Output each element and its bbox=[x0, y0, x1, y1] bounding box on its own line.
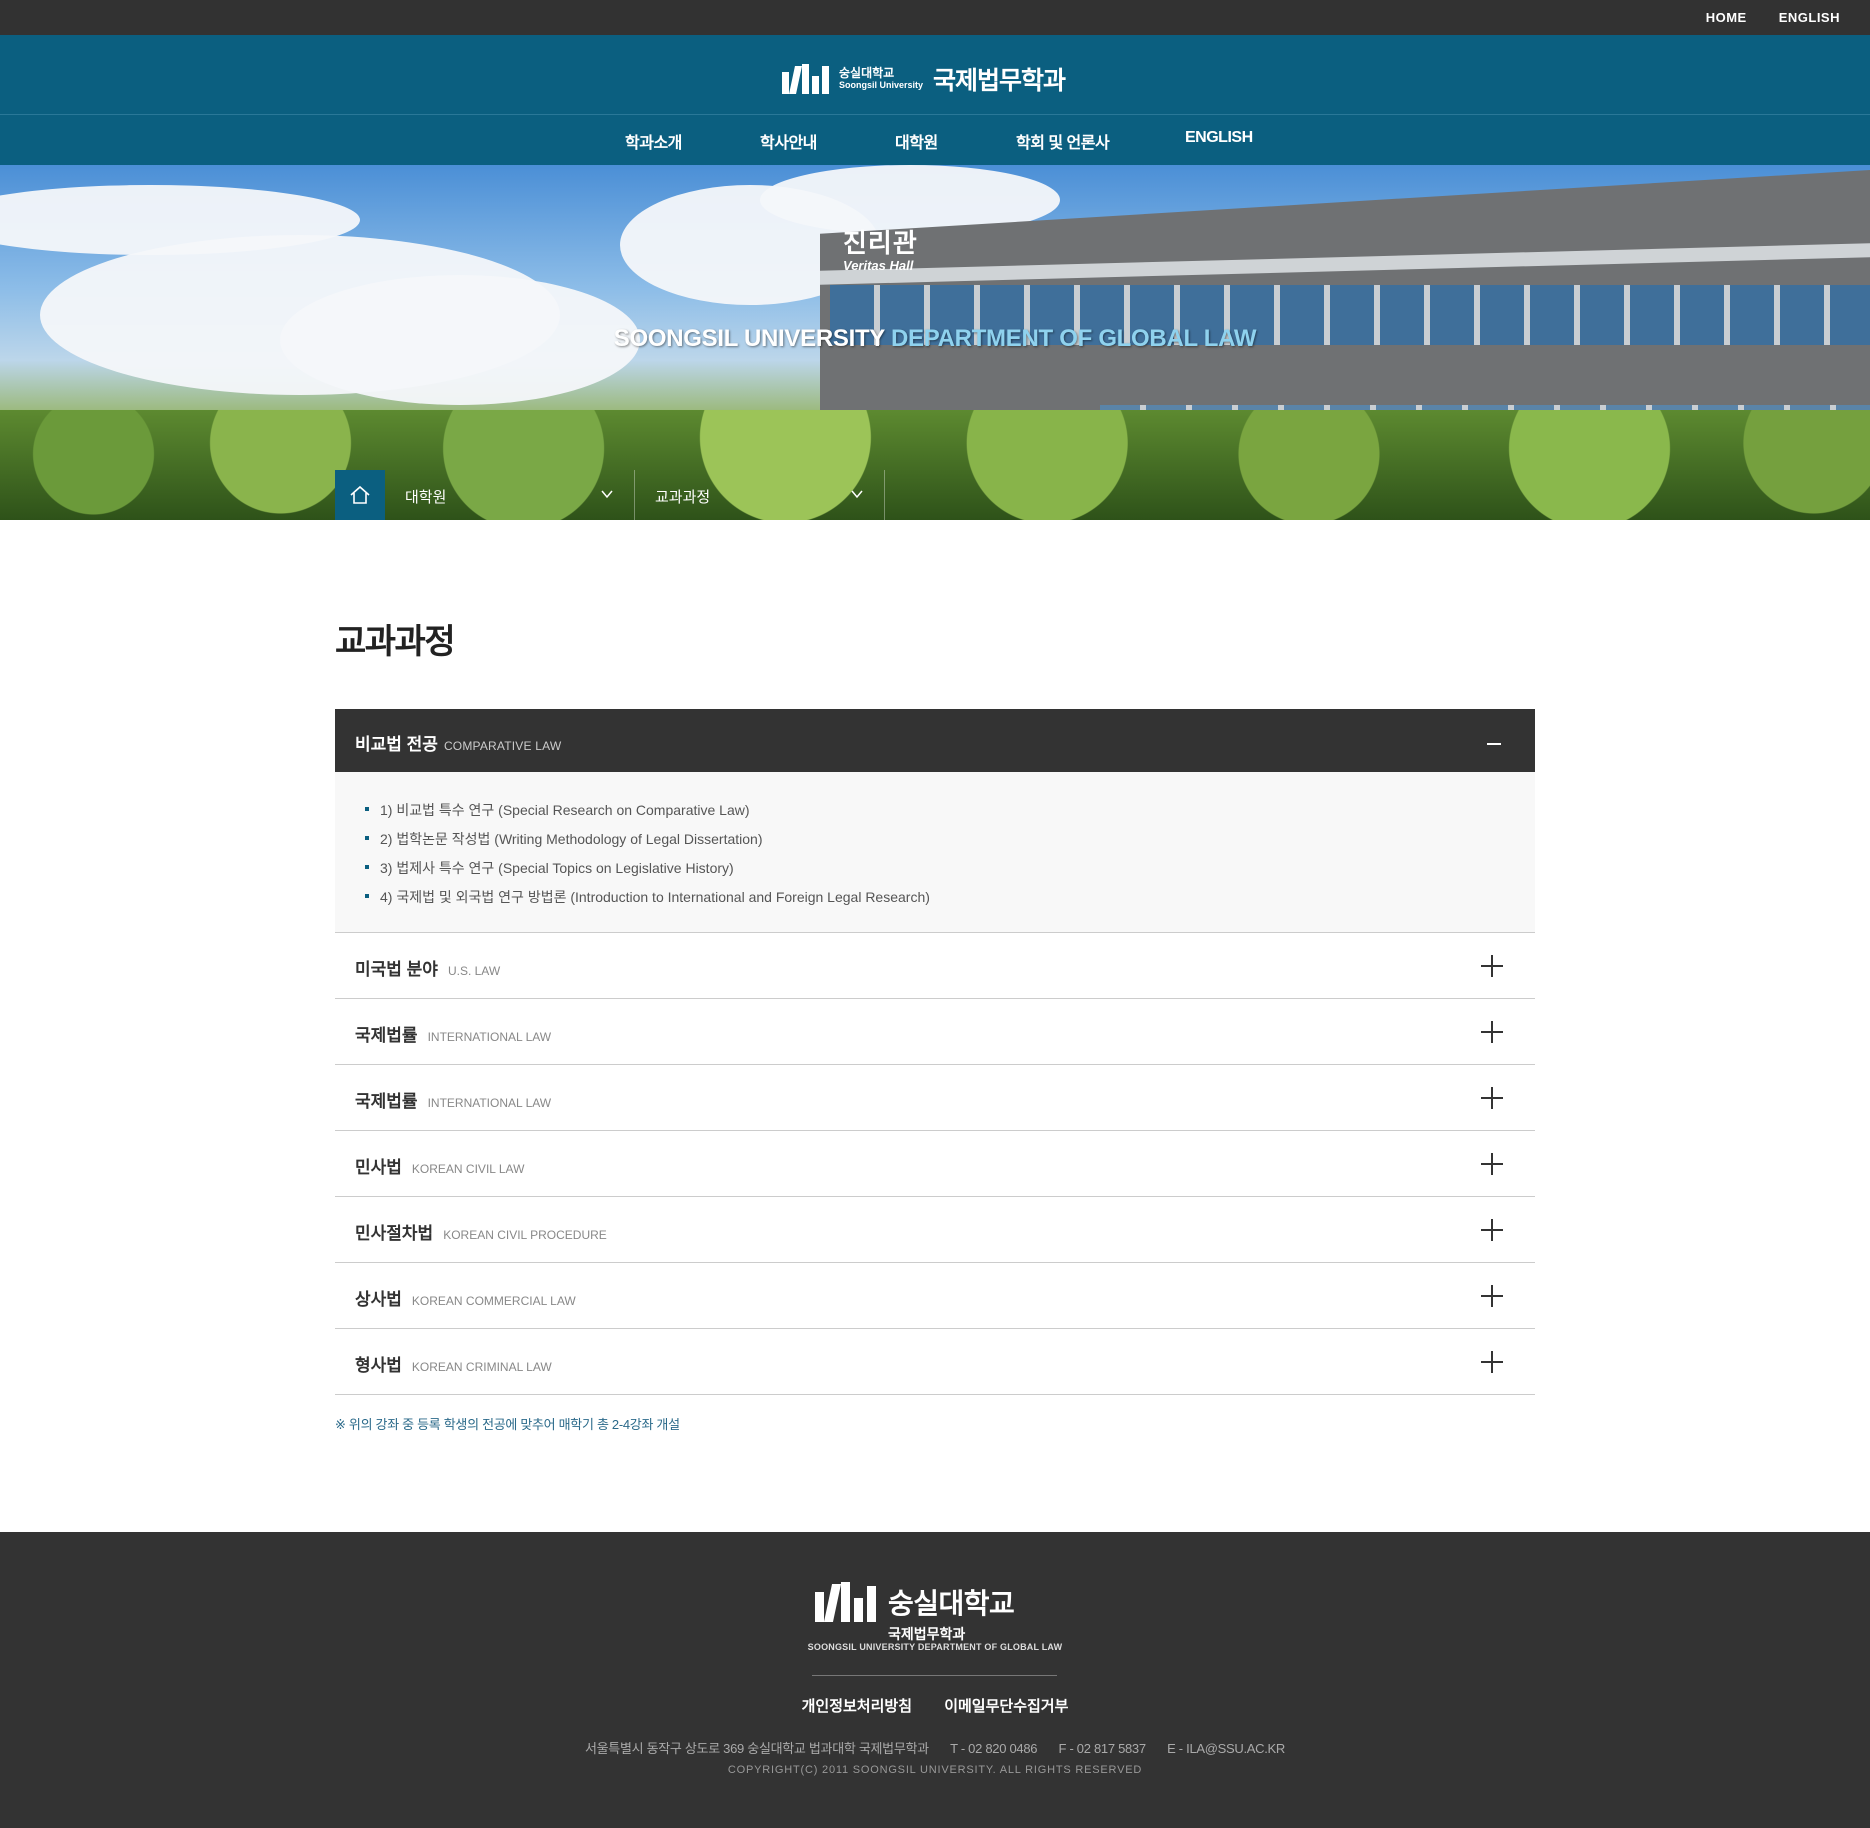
expand-icon[interactable] bbox=[1481, 1087, 1503, 1109]
page-title: 교과과정 bbox=[335, 623, 456, 661]
expand-icon[interactable] bbox=[1481, 1153, 1503, 1175]
footer-logo: 숭실대학교 국제법무학과 bbox=[815, 1582, 1015, 1644]
logo-university-ko: 숭실대학교 bbox=[839, 66, 895, 80]
curriculum-note: ※ 위의 강좌 중 등록 학생의 전공에 맞추어 매학기 총 2-4강좌 개설 bbox=[335, 1417, 680, 1432]
course-item: 4) 국제법 및 외국법 연구 방법론 (Introduction to Int… bbox=[335, 887, 1535, 916]
site-header: 숭실대학교 Soongsil University 국제법무학과 bbox=[0, 35, 1870, 115]
footer-fax: F - 02 817 5837 bbox=[1058, 1741, 1147, 1756]
course-item: 3) 법제사 특수 연구 (Special Topics on Legislat… bbox=[335, 858, 1535, 887]
course-item: 1) 비교법 특수 연구 (Special Research on Compar… bbox=[335, 800, 1535, 829]
site-footer: 숭실대학교 국제법무학과 SOONGSIL UNIVERSITY DEPARTM… bbox=[0, 1532, 1870, 1828]
accordion-header-comparative-law[interactable]: 비교법 전공 COMPARATIVE LAW bbox=[335, 709, 1535, 772]
logo-university-en: Soongsil University bbox=[839, 80, 924, 90]
nav-item-societies[interactable]: 학회 및 언론사 bbox=[1016, 129, 1110, 153]
building-sign: 진리관 Veritas Hall bbox=[843, 228, 918, 273]
accordion-header-civil-procedure[interactable]: 민사절차법 KOREAN CIVIL PROCEDURE bbox=[335, 1197, 1535, 1263]
chevron-down-icon bbox=[851, 490, 863, 499]
nav-item-english[interactable]: ENGLISH bbox=[1185, 129, 1253, 147]
breadcrumb-home-button[interactable] bbox=[335, 470, 385, 520]
footer-contact: 서울특별시 동작구 상도로 369 숭실대학교 법과대학 국제법무학과 T - … bbox=[0, 1738, 1870, 1757]
main-nav: 학과소개 학사안내 대학원 학회 및 언론사 ENGLISH bbox=[0, 115, 1870, 165]
logo-department: 국제법무학과 bbox=[933, 67, 1066, 95]
accordion-header-civil-law[interactable]: 민사법 KOREAN CIVIL LAW bbox=[335, 1131, 1535, 1197]
course-item: 2) 법학논문 작성법 (Writing Methodology of Lega… bbox=[335, 829, 1535, 858]
collapse-icon[interactable] bbox=[1487, 743, 1501, 745]
home-link[interactable]: HOME bbox=[1706, 10, 1747, 25]
site-logo[interactable]: 숭실대학교 Soongsil University 국제법무학과 bbox=[782, 61, 1066, 97]
ssu-logo-mark-icon bbox=[782, 64, 829, 94]
accordion-body-comparative-law: 1) 비교법 특수 연구 (Special Research on Compar… bbox=[335, 772, 1535, 933]
footer-logo-english: SOONGSIL UNIVERSITY DEPARTMENT OF GLOBAL… bbox=[807, 1642, 1063, 1652]
chevron-down-icon bbox=[601, 490, 613, 499]
hero-slogan: SOONGSIL UNIVERSITY DEPARTMENT OF GLOBAL… bbox=[613, 325, 1257, 352]
footer-logo-department: 국제법무학과 bbox=[888, 1626, 966, 1642]
utility-links: HOME ENGLISH bbox=[1706, 0, 1840, 35]
hero-banner: 진리관 Veritas Hall SOONGSIL UNIVERSITY DEP… bbox=[0, 165, 1870, 520]
accordion-header-international-law[interactable]: 국제법률 INTERNATIONAL LAW bbox=[335, 999, 1535, 1065]
accordion-header-commercial-law[interactable]: 상사법 KOREAN COMMERCIAL LAW bbox=[335, 1263, 1535, 1329]
expand-icon[interactable] bbox=[1481, 1285, 1503, 1307]
footer-logo-university: 숭실대학교 bbox=[888, 1588, 1015, 1619]
breadcrumb-select-level1[interactable]: 대학원 bbox=[385, 470, 635, 520]
curriculum-accordion: 비교법 전공 COMPARATIVE LAW 1) 비교법 특수 연구 (Spec… bbox=[335, 709, 1535, 1395]
top-utility-bar: HOME ENGLISH bbox=[0, 0, 1870, 35]
expand-icon[interactable] bbox=[1481, 1021, 1503, 1043]
footer-address: 서울특별시 동작구 상도로 369 숭실대학교 법과대학 국제법무학과 bbox=[584, 1741, 929, 1756]
home-icon bbox=[350, 485, 370, 504]
accordion-header-criminal-law[interactable]: 형사법 KOREAN CRIMINAL LAW bbox=[335, 1329, 1535, 1395]
footer-copyright: COPYRIGHT(C) 2011 SOONGSIL UNIVERSITY. A… bbox=[727, 1764, 1143, 1776]
expand-icon[interactable] bbox=[1481, 1351, 1503, 1373]
nav-item-graduate[interactable]: 대학원 bbox=[895, 129, 938, 153]
expand-icon[interactable] bbox=[1481, 1219, 1503, 1241]
trees-image bbox=[0, 410, 1870, 520]
accordion-header-international-law-2[interactable]: 국제법률 INTERNATIONAL LAW bbox=[335, 1065, 1535, 1131]
footer-tel: T - 02 820 0486 bbox=[950, 1741, 1038, 1756]
footer-email: E - ILA@SSU.AC.KR bbox=[1167, 1741, 1286, 1756]
nav-item-about[interactable]: 학과소개 bbox=[625, 129, 682, 153]
breadcrumb: 대학원 교과과정 bbox=[335, 470, 885, 520]
footer-divider bbox=[812, 1675, 1057, 1676]
accordion-header-us-law[interactable]: 미국법 분야 U.S. LAW bbox=[335, 933, 1535, 999]
email-refusal-link[interactable]: 이메일무단수집거부 bbox=[944, 1698, 1068, 1715]
privacy-policy-link[interactable]: 개인정보처리방침 bbox=[802, 1698, 912, 1715]
breadcrumb-select-level2[interactable]: 교과과정 bbox=[635, 470, 885, 520]
english-link[interactable]: ENGLISH bbox=[1779, 10, 1840, 25]
expand-icon[interactable] bbox=[1481, 955, 1503, 977]
footer-links: 개인정보처리방침 이메일무단수집거부 bbox=[0, 1695, 1870, 1716]
nav-item-academics[interactable]: 학사안내 bbox=[760, 129, 817, 153]
ssu-logo-mark-icon bbox=[815, 1582, 876, 1622]
